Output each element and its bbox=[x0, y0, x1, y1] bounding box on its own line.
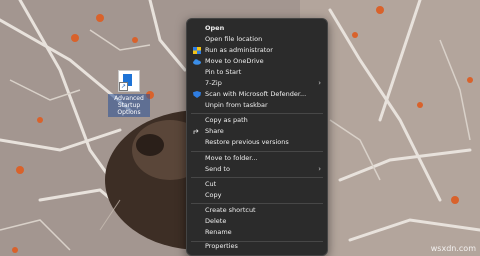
menu-item-label: Cut bbox=[205, 180, 217, 188]
menu-item-open[interactable]: Open bbox=[187, 23, 327, 34]
defender-shield-icon bbox=[193, 91, 201, 98]
menu-separator bbox=[191, 113, 323, 114]
menu-separator bbox=[191, 203, 323, 204]
menu-item-label: Copy bbox=[205, 191, 222, 199]
menu-item-label: Scan with Microsoft Defender... bbox=[205, 90, 307, 98]
menu-item-label: Move to OneDrive bbox=[205, 57, 264, 65]
menu-separator bbox=[191, 151, 323, 152]
menu-item-rename[interactable]: Rename bbox=[187, 227, 327, 238]
menu-item-delete[interactable]: Delete bbox=[187, 216, 327, 227]
menu-item-label: Properties bbox=[205, 242, 238, 250]
menu-item-copy-as-path[interactable]: Copy as path bbox=[187, 115, 327, 126]
desktop-shortcut[interactable]: ↗ Advanced Startup Options bbox=[108, 70, 150, 117]
shortcut-arrow-icon: ↗ bbox=[119, 82, 128, 91]
menu-item-run-as-administrator[interactable]: Run as administrator bbox=[187, 45, 327, 56]
menu-item-share[interactable]: Share bbox=[187, 126, 327, 137]
menu-separator bbox=[191, 177, 323, 178]
menu-item-label: Open file location bbox=[205, 35, 263, 43]
menu-item-restore-previous-versions[interactable]: Restore previous versions bbox=[187, 137, 327, 148]
chevron-right-icon: › bbox=[318, 79, 321, 87]
menu-item-unpin-from-taskbar[interactable]: Unpin from taskbar bbox=[187, 100, 327, 111]
menu-item-label: Unpin from taskbar bbox=[205, 101, 268, 109]
menu-item-scan-defender[interactable]: Scan with Microsoft Defender... bbox=[187, 89, 327, 100]
menu-item-label: Run as administrator bbox=[205, 46, 273, 54]
menu-item-create-shortcut[interactable]: Create shortcut bbox=[187, 205, 327, 216]
menu-item-open-file-location[interactable]: Open file location bbox=[187, 34, 327, 45]
menu-item-label: 7-Zip bbox=[205, 79, 222, 87]
menu-item-label: Delete bbox=[205, 217, 227, 225]
menu-item-properties[interactable]: Properties bbox=[187, 241, 327, 252]
menu-item-send-to[interactable]: Send to › bbox=[187, 164, 327, 175]
menu-item-label: Copy as path bbox=[205, 116, 248, 124]
watermark: wsxdn.com bbox=[430, 244, 476, 253]
menu-item-move-to-onedrive[interactable]: Move to OneDrive bbox=[187, 56, 327, 67]
menu-item-copy[interactable]: Copy bbox=[187, 190, 327, 201]
menu-item-7zip[interactable]: 7-Zip › bbox=[187, 78, 327, 89]
share-icon bbox=[193, 129, 199, 134]
onedrive-cloud-icon bbox=[193, 59, 201, 65]
shortcut-label: Advanced Startup Options bbox=[108, 94, 150, 117]
context-menu: Open Open file location Run as administr… bbox=[186, 18, 328, 256]
menu-item-cut[interactable]: Cut bbox=[187, 179, 327, 190]
shortcut-file-icon: ↗ bbox=[118, 70, 140, 92]
menu-item-label: Create shortcut bbox=[205, 206, 256, 214]
chevron-right-icon: › bbox=[318, 165, 321, 173]
menu-item-label: Share bbox=[205, 127, 224, 135]
menu-item-label: Open bbox=[205, 24, 225, 32]
menu-item-label: Pin to Start bbox=[205, 68, 242, 76]
menu-item-label: Rename bbox=[205, 228, 232, 236]
menu-item-label: Move to folder... bbox=[205, 154, 258, 162]
menu-item-pin-to-start[interactable]: Pin to Start bbox=[187, 67, 327, 78]
menu-item-move-to-folder[interactable]: Move to folder... bbox=[187, 153, 327, 164]
menu-item-label: Restore previous versions bbox=[205, 138, 289, 146]
shield-icon bbox=[193, 47, 201, 54]
menu-item-label: Send to bbox=[205, 165, 230, 173]
